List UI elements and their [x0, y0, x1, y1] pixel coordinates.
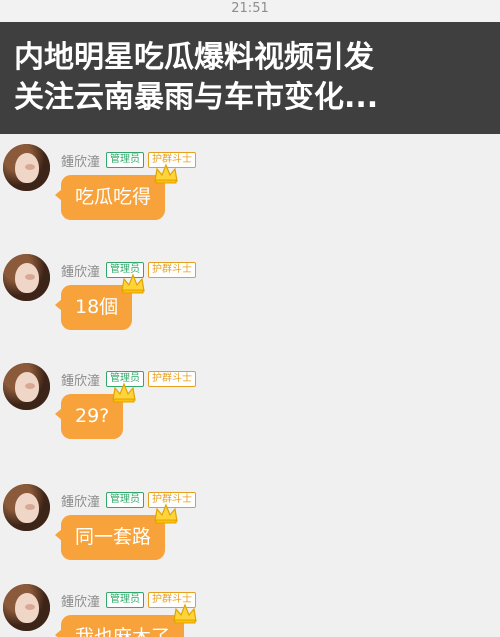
admin-badge: 管理员: [106, 592, 145, 608]
sender-info: 鍾欣潼 管理员 护群斗士: [61, 151, 200, 170]
headline-line-2: 关注云南暴雨与车市变化...: [14, 80, 379, 115]
avatar[interactable]: [3, 144, 50, 191]
group-fighter-badge: 护群斗士: [148, 371, 197, 387]
avatar[interactable]: [3, 584, 50, 631]
message-bubble[interactable]: 18個: [54, 273, 145, 330]
status-bar: 21:51: [0, 0, 500, 22]
admin-badge: 管理员: [106, 152, 145, 168]
message-text: 18個: [75, 296, 119, 318]
headline-line-1: 内地明星吃瓜爆料视频引发: [14, 40, 374, 75]
sender-name[interactable]: 鍾欣潼: [61, 261, 100, 280]
status-time: 21:51: [231, 1, 269, 16]
crown-icon: [112, 382, 136, 403]
message-text: 同一套路: [75, 526, 152, 548]
avatar[interactable]: [3, 484, 50, 531]
avatar[interactable]: [3, 363, 50, 410]
crown-icon: [121, 273, 145, 294]
message-bubble[interactable]: 29?: [54, 382, 136, 439]
crown-icon: [173, 603, 197, 624]
sender-name[interactable]: 鍾欣潼: [61, 491, 100, 510]
message-bubble[interactable]: 我也麻木了: [54, 603, 197, 637]
group-fighter-badge: 护群斗士: [148, 262, 197, 278]
message-text: 29?: [75, 405, 110, 427]
sender-name[interactable]: 鍾欣潼: [61, 151, 100, 170]
message-text: 吃瓜吃得: [75, 186, 152, 208]
sender-name[interactable]: 鍾欣潼: [61, 591, 100, 610]
crown-icon: [154, 503, 178, 524]
message-bubble[interactable]: 吃瓜吃得: [54, 163, 178, 220]
avatar[interactable]: [3, 254, 50, 301]
crown-icon: [154, 163, 178, 184]
message-bubble[interactable]: 同一套路: [54, 503, 178, 560]
sender-info: 鍾欣潼 管理员 护群斗士: [61, 491, 200, 510]
admin-badge: 管理员: [106, 492, 145, 508]
sender-name[interactable]: 鍾欣潼: [61, 370, 100, 389]
chat-list[interactable]: 鍾欣潼 管理员 护群斗士 吃瓜吃得 鍾欣潼 管理员 护群斗士 18個 鍾欣潼 管…: [0, 134, 500, 637]
headline-overlay: 内地明星吃瓜爆料视频引发 关注云南暴雨与车市变化...: [0, 22, 500, 134]
message-text: 我也麻木了: [75, 626, 171, 637]
